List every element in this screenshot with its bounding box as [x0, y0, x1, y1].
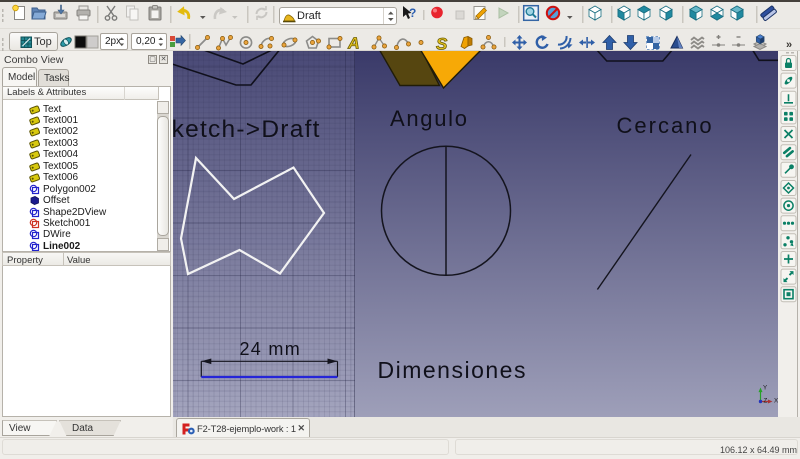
svg-text:S: S [436, 35, 448, 52]
svg-text:»: » [786, 39, 792, 51]
svg-text:Z: Z [764, 398, 768, 405]
svg-text:?: ? [409, 6, 416, 20]
svg-text:A: A [347, 36, 360, 52]
svg-text:Y: Y [763, 385, 767, 392]
